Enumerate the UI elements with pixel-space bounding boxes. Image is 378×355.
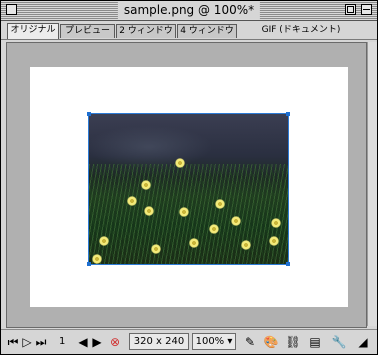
flower [231,216,241,226]
flower [92,254,102,264]
zoom-box-icon[interactable] [345,4,356,15]
flower [215,199,225,209]
zoom-select[interactable]: 100% ▾ [192,333,236,350]
resize-grip-icon[interactable]: ◢ [355,334,371,350]
selection-handle[interactable] [87,112,91,116]
format-label: GIF (ドキュメント) [261,25,341,35]
canvas[interactable] [30,67,348,307]
wrench-icon[interactable]: 🔧 [331,334,347,350]
selection-handle[interactable] [87,262,91,266]
palette-icon[interactable]: 🎨 [263,334,279,350]
flower [271,218,281,228]
flower [241,240,251,250]
document-view[interactable] [6,42,367,328]
tab-2-window[interactable]: 2 ウィンドウ [116,24,176,38]
layers-icon[interactable]: ▤ [307,334,323,350]
flower [175,158,185,168]
status-bar: ⏮ ▷ ⏭ 1 ◀ ▶ ⊗ 320 x 240 100% ▾ ✎ 🎨 ⛓ ▤ 🔧… [1,329,377,354]
next-frame-icon[interactable]: ▶ [89,334,105,350]
vertical-scrollbar[interactable] [367,42,377,326]
flower [189,238,199,248]
link-icon[interactable]: ⛓ [285,334,301,350]
image-flower-field[interactable] [88,113,289,265]
zoom-value: 100% [195,336,225,347]
title-bar[interactable]: sample.png @ 100%* [1,1,377,21]
selection-handle[interactable] [286,262,290,266]
flower [99,236,109,246]
stop-icon[interactable]: ⊗ [107,334,123,350]
selection-handle[interactable] [286,112,290,116]
document-window: sample.png @ 100%* オリジナル プレビュー 2 ウィンドウ 4… [0,0,378,355]
last-frame-icon[interactable]: ⏭ [33,334,49,350]
flower [127,196,137,206]
tab-4-window[interactable]: 4 ウィンドウ [177,24,237,38]
flower [179,207,189,217]
flower [209,224,219,234]
tab-original[interactable]: オリジナル [7,23,59,39]
window-title: sample.png @ 100%* [117,2,261,19]
collapse-box-icon[interactable] [361,4,372,15]
pencil-icon[interactable]: ✎ [242,334,258,350]
frame-number: 1 [59,336,66,347]
flower [141,180,151,190]
image-size-field: 320 x 240 [129,333,189,350]
tab-preview[interactable]: プレビュー [60,24,115,38]
flower [269,236,279,246]
flower [151,244,161,254]
chevron-down-icon: ▾ [227,336,233,347]
view-tabs: オリジナル プレビュー 2 ウィンドウ 4 ウィンドウ GIF (ドキュメント) [1,21,377,40]
flower [144,206,154,216]
close-box-icon[interactable] [6,4,17,15]
